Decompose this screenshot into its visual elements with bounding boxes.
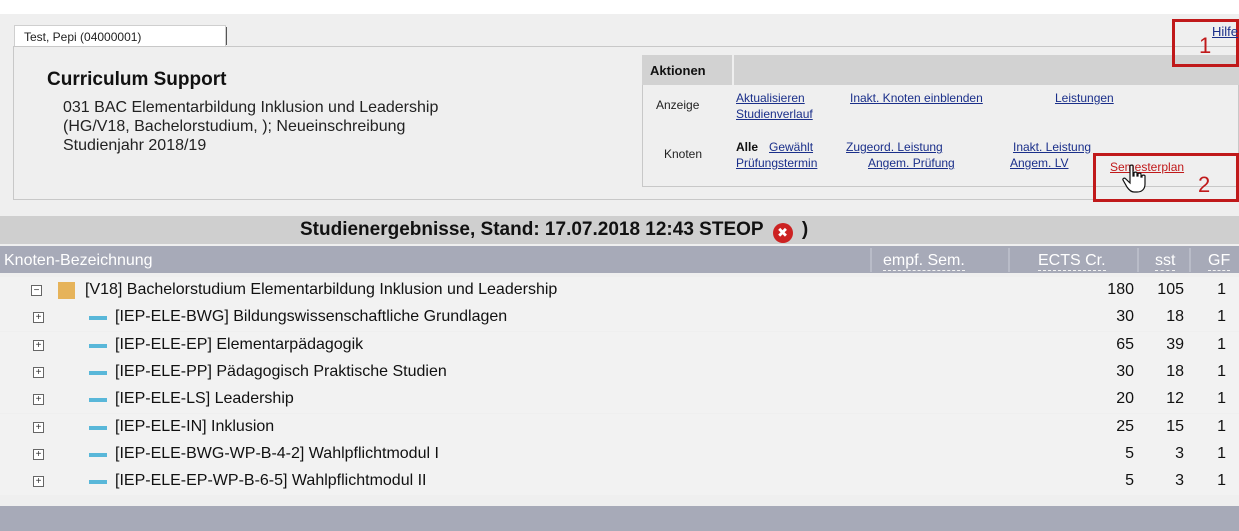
steop-status-error-icon: ✖ [772, 223, 793, 243]
module-node-icon [89, 453, 107, 457]
results-footer-bar [0, 506, 1239, 531]
sst-value: 3 [1175, 445, 1184, 462]
sst-value: 12 [1166, 390, 1184, 407]
study-history-link[interactable]: Studienverlauf [736, 107, 813, 121]
ects-value: 65 [1116, 336, 1134, 353]
actions-header-divider [732, 55, 734, 85]
sst-value: 18 [1166, 363, 1184, 380]
column-separator [1189, 248, 1191, 272]
ects-value: 180 [1107, 281, 1134, 298]
column-separator [1008, 248, 1010, 272]
expand-icon[interactable]: + [33, 422, 44, 433]
results-title-text: Studienergebnisse, Stand: 17.07.2018 12:… [300, 219, 764, 240]
study-program-line: 031 BAC Elementarbildung Inklusion und L… [63, 99, 439, 116]
filter-chosen-link[interactable]: Gewählt [769, 140, 813, 154]
ects-value: 30 [1116, 363, 1134, 380]
node-label: [V18] Bachelorstudium Elementarbildung I… [85, 281, 558, 298]
show-inactive-nodes-link[interactable]: Inakt. Knoten einblenden [850, 91, 983, 105]
table-row[interactable]: + [IEP-ELE-PP] Pädagogisch Praktische Stu… [0, 359, 1239, 386]
filter-assigned-achievement-link[interactable]: Zugeord. Leistung [846, 140, 943, 154]
column-header-ects[interactable]: ECTS Cr. [1038, 252, 1106, 271]
ects-value: 25 [1116, 418, 1134, 435]
gf-value: 1 [1217, 418, 1226, 435]
ects-value: 20 [1116, 390, 1134, 407]
ects-value: 30 [1116, 308, 1134, 325]
table-row[interactable]: − [V18] Bachelorstudium Elementarbildung … [0, 277, 1239, 304]
gf-value: 1 [1217, 281, 1226, 298]
ects-value: 5 [1125, 445, 1134, 462]
results-title-suffix: ) [801, 219, 809, 240]
achievements-link[interactable]: Leistungen [1055, 91, 1114, 105]
filter-registered-exam-link[interactable]: Angem. Prüfung [868, 156, 955, 170]
table-row[interactable]: + [IEP-ELE-EP-WP-B-6-5] Wahlpflichtmodul … [0, 468, 1239, 495]
column-separator [870, 248, 872, 272]
tab-separator [226, 27, 227, 45]
module-node-icon [89, 398, 107, 402]
column-header-gf[interactable]: GF [1208, 252, 1231, 271]
annotation-marker-1: 1 [1199, 33, 1212, 58]
node-label: [IEP-ELE-BWG] Bildungswissenschaftliche … [115, 308, 508, 325]
actions-title: Aktionen [650, 63, 706, 78]
help-link[interactable]: Hilfe [1212, 24, 1238, 39]
node-label: [IEP-ELE-PP] Pädagogisch Praktische Stud… [115, 363, 447, 380]
filter-inactive-achievement-link[interactable]: Inakt. Leistung [1013, 140, 1091, 154]
module-node-icon [89, 426, 107, 430]
expand-icon[interactable]: + [33, 394, 44, 405]
program-node-icon [58, 282, 75, 299]
sst-value: 39 [1166, 336, 1184, 353]
annotation-marker-2: 2 [1198, 172, 1211, 197]
anzeige-label: Anzeige [656, 98, 700, 112]
sst-value: 18 [1166, 308, 1184, 325]
collapse-icon[interactable]: − [31, 285, 42, 296]
sst-value: 105 [1157, 281, 1184, 298]
column-header-recommended-semester[interactable]: empf. Sem. [883, 252, 965, 271]
node-label: [IEP-ELE-IN] Inklusion [115, 418, 275, 435]
column-header-name: Knoten-Bezeichnung [4, 252, 153, 269]
node-label: [IEP-ELE-EP-WP-B-6-5] Wahlpflichtmodul I… [115, 472, 427, 489]
expand-icon[interactable]: + [33, 312, 44, 323]
sst-value: 15 [1166, 418, 1184, 435]
expand-icon[interactable]: + [33, 449, 44, 460]
hand-cursor-icon [1122, 164, 1146, 193]
gf-value: 1 [1217, 390, 1226, 407]
table-row[interactable]: + [IEP-ELE-BWG] Bildungswissenschaftliche… [0, 304, 1239, 331]
ects-value: 5 [1125, 472, 1134, 489]
top-strip [0, 0, 1239, 14]
column-header-sst[interactable]: sst [1155, 252, 1176, 271]
refresh-link[interactable]: Aktualisieren [736, 91, 805, 105]
expand-icon[interactable]: + [33, 367, 44, 378]
module-node-icon [89, 316, 107, 320]
table-row[interactable]: + [IEP-ELE-IN] Inklusion 25 15 1 [0, 414, 1239, 441]
gf-value: 1 [1217, 472, 1226, 489]
expand-icon[interactable]: + [33, 340, 44, 351]
module-node-icon [89, 371, 107, 375]
gf-value: 1 [1217, 445, 1226, 462]
gf-value: 1 [1217, 363, 1226, 380]
filter-exam-date-link[interactable]: Prüfungstermin [736, 156, 817, 170]
study-program-line: (HG/V18, Bachelorstudium, ); Neueinschre… [63, 118, 406, 135]
sst-value: 3 [1175, 472, 1184, 489]
expand-icon[interactable]: + [33, 476, 44, 487]
module-node-icon [89, 344, 107, 348]
filter-registered-course-link[interactable]: Angem. LV [1010, 156, 1068, 170]
node-label: [IEP-ELE-BWG-WP-B-4-2] Wahlpflichtmodul … [115, 445, 439, 462]
knoten-label: Knoten [664, 147, 703, 161]
results-title: Studienergebnisse, Stand: 17.07.2018 12:… [300, 219, 808, 243]
table-row[interactable]: + [IEP-ELE-LS] Leadership 20 12 1 [0, 386, 1239, 413]
gf-value: 1 [1217, 308, 1226, 325]
column-separator [1137, 248, 1139, 272]
filter-all-selected[interactable]: Alle [736, 140, 758, 154]
table-row[interactable]: + [IEP-ELE-BWG-WP-B-4-2] Wahlpflichtmodul… [0, 441, 1239, 468]
user-tab[interactable]: Test, Pepi (04000001) [14, 25, 226, 47]
table-row[interactable]: + [IEP-ELE-EP] Elementarpädagogik 65 39 1 [0, 332, 1239, 359]
node-label: [IEP-ELE-EP] Elementarpädagogik [115, 336, 364, 353]
node-label: [IEP-ELE-LS] Leadership [115, 390, 294, 407]
gf-value: 1 [1217, 336, 1226, 353]
page-title: Curriculum Support [47, 69, 227, 90]
module-node-icon [89, 480, 107, 484]
study-program-line: Studienjahr 2018/19 [63, 137, 207, 154]
user-tab-label: Test, Pepi (04000001) [24, 30, 142, 44]
